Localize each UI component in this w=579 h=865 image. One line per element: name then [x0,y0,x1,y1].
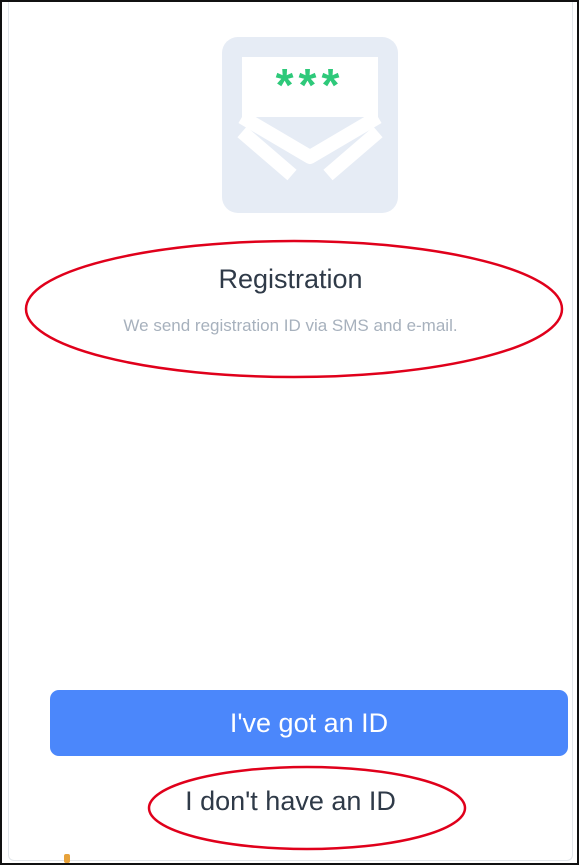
no-id-link[interactable]: I don't have an ID [9,786,572,817]
registration-screen: *** Registration We send registration ID… [8,2,573,861]
page-subtitle: We send registration ID via SMS and e-ma… [123,316,458,335]
password-mask-text: *** [276,59,345,111]
have-id-button[interactable]: I've got an ID [50,690,568,756]
page-title: Registration [218,264,363,294]
background-edge-mark [64,854,70,863]
screenshot-frame: *** Registration We send registration ID… [0,0,579,865]
envelope-with-password-icon: *** [222,37,398,213]
